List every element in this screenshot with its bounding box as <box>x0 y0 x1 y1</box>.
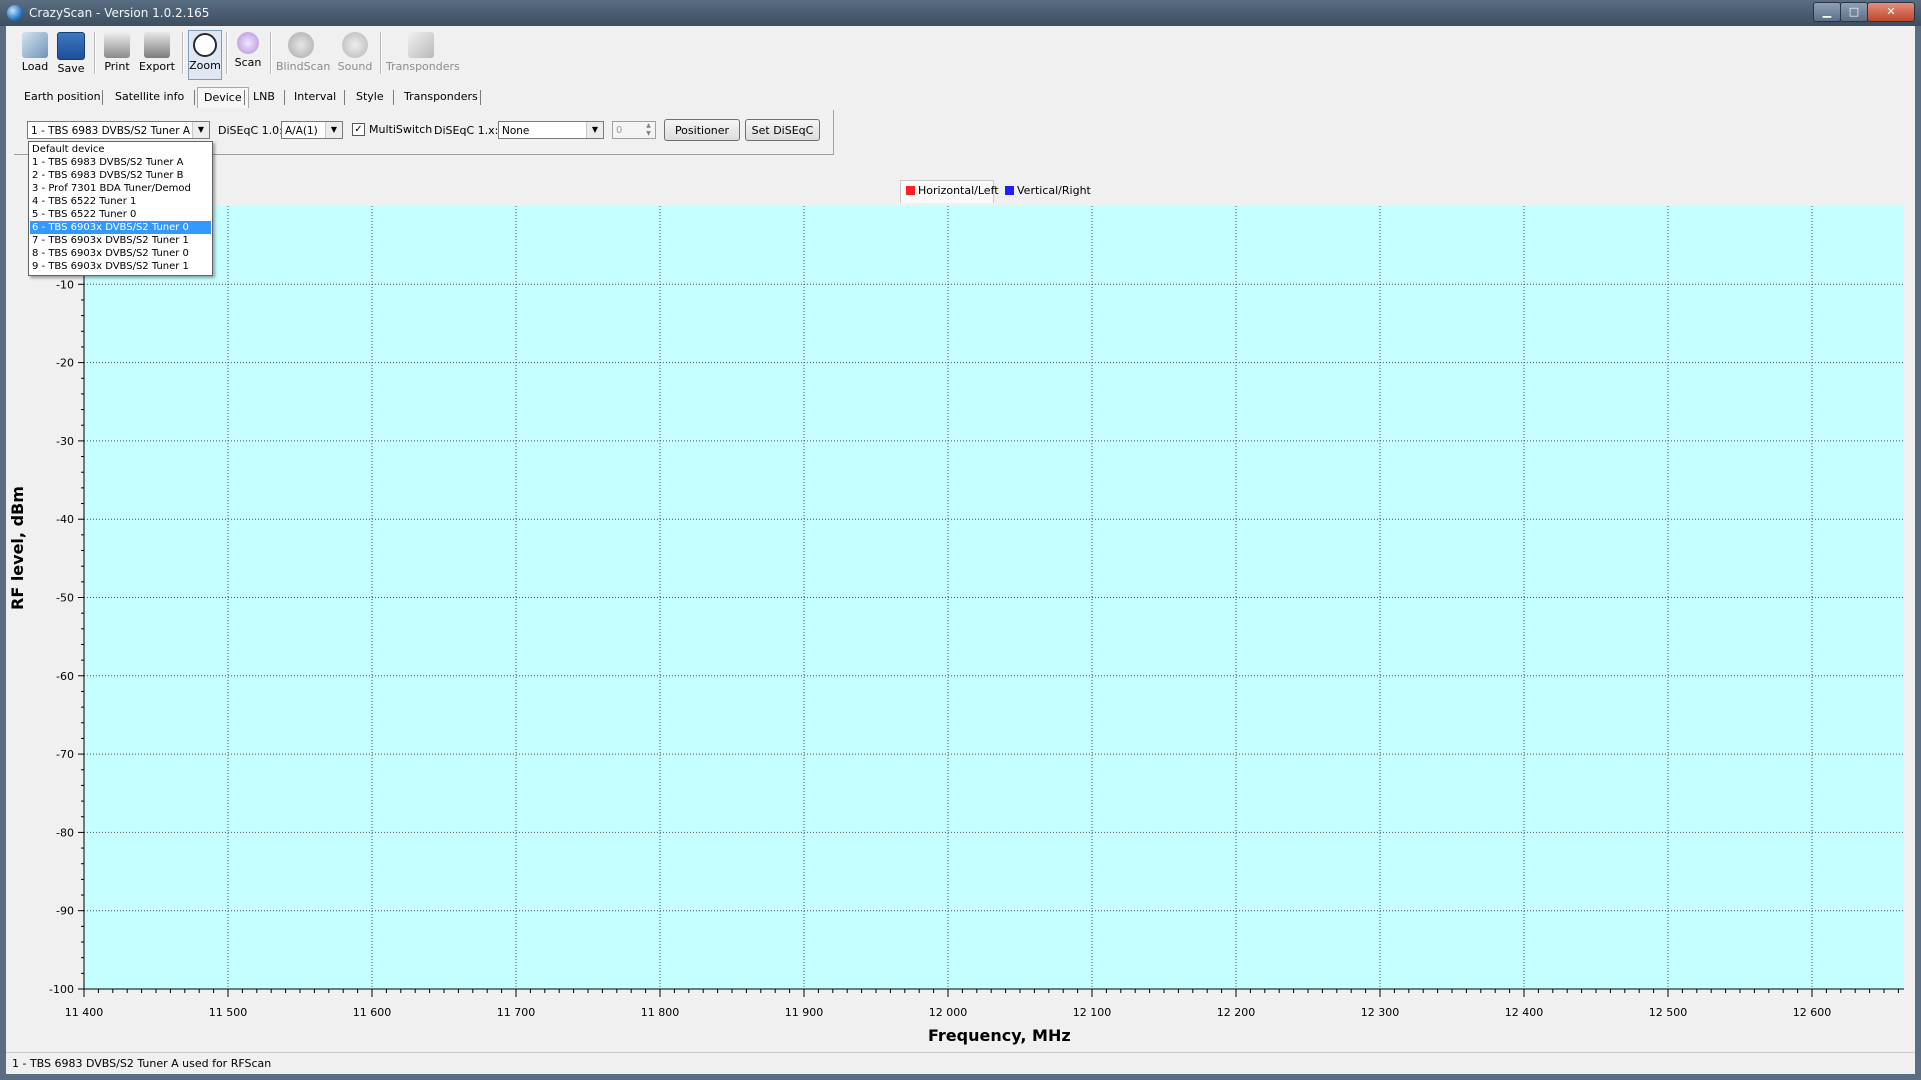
window-border-bottom <box>0 1074 1921 1080</box>
device-option[interactable]: 1 - TBS 6983 DVBS/S2 Tuner A <box>30 156 211 169</box>
device-option[interactable]: 6 - TBS 6903x DVBS/S2 Tuner 0 <box>30 221 211 234</box>
x-tick-label: 11 500 <box>209 1006 248 1019</box>
x-tick-label: 12 200 <box>1217 1006 1256 1019</box>
y-tick-label: -40 <box>56 513 74 526</box>
device-dropdown-list: Default device 1 - TBS 6983 DVBS/S2 Tuner… <box>28 141 213 276</box>
window-border-left <box>0 26 6 1074</box>
y-tick-label: -100 <box>49 983 74 996</box>
device-option[interactable]: 3 - Prof 7301 BDA Tuner/Demod <box>30 182 211 195</box>
status-bar: 1 - TBS 6983 DVBS/S2 Tuner A used for RF… <box>0 1052 1921 1075</box>
x-tick-label: 12 000 <box>929 1006 968 1019</box>
device-option[interactable]: 4 - TBS 6522 Tuner 1 <box>30 195 211 208</box>
y-tick-label: -10 <box>56 278 74 291</box>
y-tick-label: -90 <box>56 905 74 918</box>
window-border-right <box>1915 26 1921 1074</box>
x-tick-label: 12 400 <box>1505 1006 1544 1019</box>
y-tick-label: -70 <box>56 748 74 761</box>
x-tick-label: 12 600 <box>1793 1006 1832 1019</box>
y-tick-label: -50 <box>56 592 74 605</box>
x-tick-label: 11 900 <box>785 1006 824 1019</box>
status-text: 1 - TBS 6983 DVBS/S2 Tuner A used for RF… <box>12 1057 272 1070</box>
device-option[interactable]: Default device <box>30 143 211 156</box>
spectrum-plot[interactable]: 11 400 11 500 11 600 11 700 11 800 11 900 12 0… <box>0 0 1921 1080</box>
x-tick-label: 11 800 <box>641 1006 680 1019</box>
x-axis-label: Frequency, MHz <box>928 1026 1071 1045</box>
y-axis-label: RF level, dBm <box>8 486 27 610</box>
device-option[interactable]: 5 - TBS 6522 Tuner 0 <box>30 208 211 221</box>
device-option[interactable]: 2 - TBS 6983 DVBS/S2 Tuner B <box>30 169 211 182</box>
x-tick-label: 11 400 <box>65 1006 104 1019</box>
device-option[interactable]: 7 - TBS 6903x DVBS/S2 Tuner 1 <box>30 234 211 247</box>
device-option[interactable]: 9 - TBS 6903x DVBS/S2 Tuner 1 <box>30 260 211 273</box>
x-tick-label: 12 500 <box>1649 1006 1688 1019</box>
x-tick-label: 11 700 <box>497 1006 536 1019</box>
y-tick-label: -80 <box>56 826 74 839</box>
device-option[interactable]: 8 - TBS 6903x DVBS/S2 Tuner 0 <box>30 247 211 260</box>
y-tick-label: -60 <box>56 670 74 683</box>
x-tick-label: 11 600 <box>353 1006 392 1019</box>
x-tick-label: 12 300 <box>1361 1006 1400 1019</box>
y-tick-label: -30 <box>56 435 74 448</box>
main-window: CrazyScan - Version 1.0.2.165 ▁ □ ✕ Load… <box>0 0 1921 1080</box>
x-tick-label: 12 100 <box>1073 1006 1112 1019</box>
y-tick-label: -20 <box>56 357 74 370</box>
